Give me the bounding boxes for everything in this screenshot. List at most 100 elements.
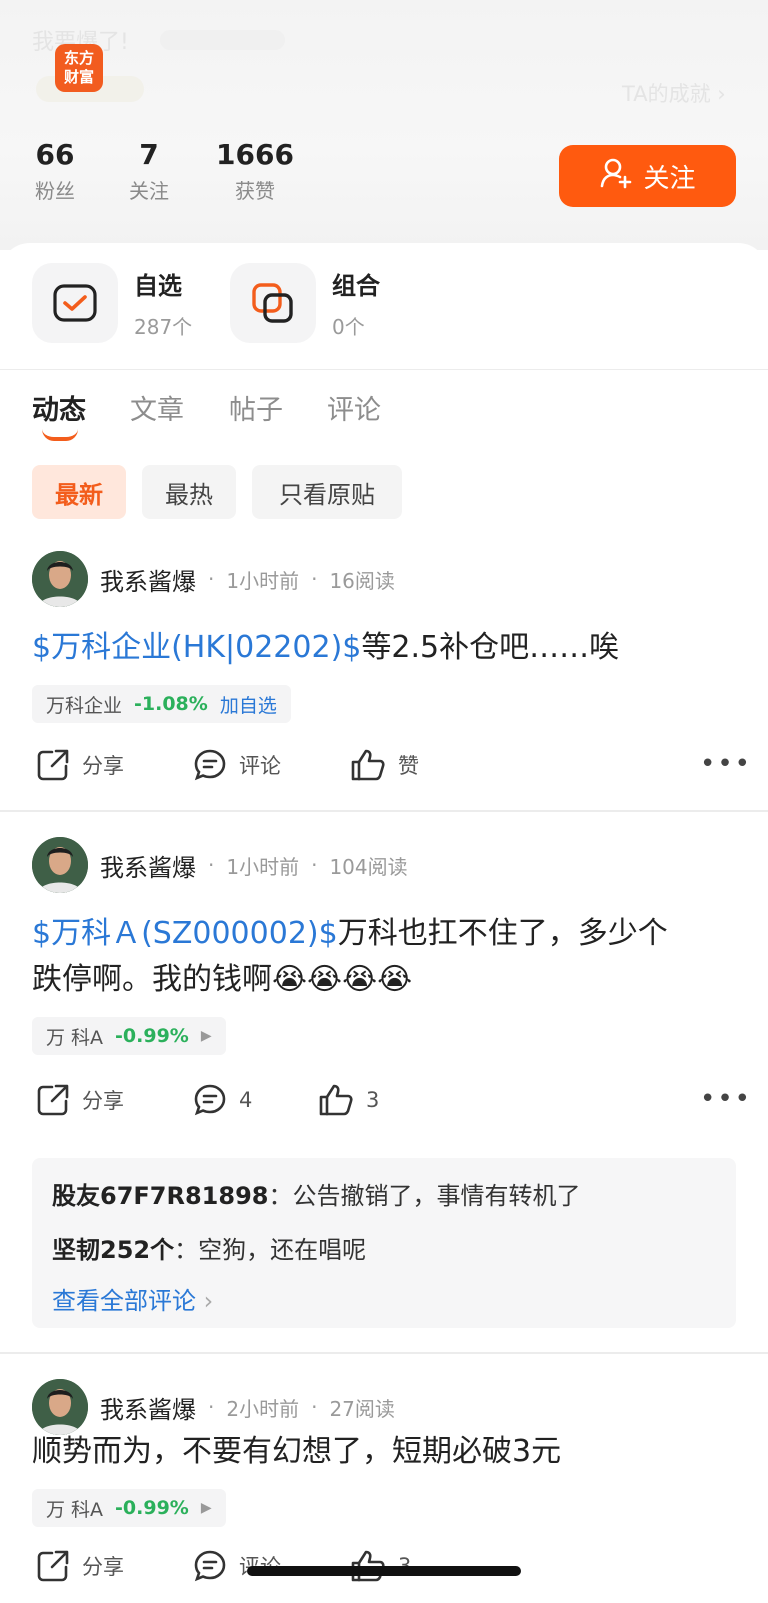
share-label: 分享 — [82, 1089, 124, 1113]
post-text: 万科也扛不住了，多少个 — [337, 916, 668, 951]
post-divider — [0, 810, 768, 812]
profile-header: 我要爆了! TA的成就 › 东方 财富 66 粉丝 7 关注 1666 获赞 关… — [0, 0, 768, 250]
tab-articles[interactable]: 文章 — [130, 388, 184, 427]
stat-label: 关注 — [129, 179, 169, 203]
stock-name: 万 科A — [46, 1026, 104, 1049]
post-content[interactable]: $万科企业(HK|02202)$等2.5补仓吧……唉 — [32, 625, 737, 671]
tab-posts[interactable]: 帖子 — [229, 388, 283, 427]
share-button[interactable]: 分享 — [36, 748, 124, 782]
post-content[interactable]: $万科Ａ(SZ000002)$万科也扛不住了，多少个 跌停啊。我的钱啊😭😭😭😭 — [32, 911, 737, 1003]
stock-change: -0.99% — [115, 1025, 189, 1047]
more-options-icon[interactable]: ••• — [700, 749, 752, 779]
portfolio-count: 0个 — [332, 315, 365, 339]
comment-item[interactable]: 股友67F7R81898：公告撤销了，事情有转机了 — [52, 1176, 580, 1211]
avatar[interactable] — [32, 551, 88, 607]
tab-dynamics[interactable]: 动态 — [32, 388, 86, 427]
ta-achievement[interactable]: TA的成就 › — [622, 78, 726, 108]
like-button[interactable]: 3 — [318, 1083, 379, 1117]
post-time: 2小时前 — [226, 1396, 300, 1421]
comment-text: 空狗，还在唱呢 — [198, 1236, 367, 1264]
post-header: 我系酱爆 · 2小时前 · 27阅读 — [32, 1379, 395, 1435]
author-name[interactable]: 我系酱爆 — [100, 562, 196, 597]
share-label: 分享 — [82, 1555, 124, 1579]
view-all-comments-link[interactable]: 查看全部评论 › — [52, 1281, 213, 1316]
share-icon — [37, 1550, 69, 1582]
post-time: 1小时前 — [226, 854, 300, 879]
logo-text-2: 财富 — [63, 68, 94, 86]
post-content[interactable]: 顺势而为，不要有幻想了，短期必破3元 — [32, 1429, 737, 1475]
stock-tag[interactable]: 万 科A -0.99% ▶ — [32, 1489, 226, 1527]
stat-label: 粉丝 — [35, 179, 75, 203]
follow-button[interactable]: 关注 — [559, 145, 736, 207]
arrow-right-icon: ▶ — [200, 1028, 212, 1044]
add-to-watchlist[interactable]: 加自选 — [220, 691, 277, 718]
stat-value: 1666 — [216, 138, 294, 171]
share-button[interactable]: 分享 — [36, 1549, 124, 1583]
avatar[interactable] — [32, 837, 88, 893]
watchlist-icon-box — [32, 263, 118, 343]
portfolio-title: 组合 — [332, 272, 380, 300]
arrow-right-icon: ▶ — [200, 1500, 212, 1516]
active-tab-indicator — [42, 429, 78, 441]
filter-latest[interactable]: 最新 — [32, 465, 126, 519]
logo-text-1: 东方 — [63, 49, 94, 67]
stock-link[interactable]: $万科Ａ(SZ000002)$ — [32, 916, 338, 951]
filter-hottest[interactable]: 最热 — [142, 465, 236, 519]
divider — [0, 369, 768, 370]
portfolio-icon-box — [230, 263, 316, 343]
home-indicator[interactable] — [247, 1566, 521, 1576]
comment-count: 4 — [239, 1088, 253, 1112]
share-label: 分享 — [82, 754, 124, 778]
comment-text: 公告撤销了，事情有转机了 — [292, 1182, 581, 1210]
comment-user[interactable]: 坚韧252个 — [52, 1236, 174, 1264]
watchlist-title: 自选 — [134, 272, 182, 300]
filter-original-only[interactable]: 只看原贴 — [252, 465, 402, 519]
read-count: 27阅读 — [329, 1396, 395, 1421]
stat-fans[interactable]: 66 粉丝 — [20, 138, 90, 204]
stat-value: 66 — [35, 138, 75, 171]
comment-label: 评论 — [239, 754, 281, 778]
faded-badge — [160, 30, 285, 50]
post-text-line2: 跌停啊。我的钱啊😭😭😭😭 — [32, 962, 413, 997]
share-button[interactable]: 分享 — [36, 1083, 124, 1117]
author-name[interactable]: 我系酱爆 — [100, 1390, 196, 1425]
add-user-icon — [599, 156, 633, 197]
thumbs-up-icon — [351, 749, 385, 781]
share-icon — [37, 749, 69, 781]
like-button[interactable]: 赞 — [350, 748, 419, 782]
read-count: 16阅读 — [329, 568, 395, 593]
follow-label: 关注 — [643, 163, 696, 194]
watchlist-entry[interactable]: 自选 287个 — [32, 263, 192, 343]
portfolio-entry[interactable]: 组合 0个 — [230, 263, 380, 343]
stat-following[interactable]: 7 关注 — [114, 138, 184, 204]
watchlist-check-icon — [53, 284, 97, 322]
like-label: 赞 — [398, 754, 419, 778]
more-options-icon[interactable]: ••• — [700, 1084, 752, 1114]
comment-icon — [194, 1550, 226, 1582]
comment-item[interactable]: 坚韧252个：空狗，还在唱呢 — [52, 1230, 366, 1265]
stock-link[interactable]: $万科企业(HK|02202)$ — [32, 630, 361, 665]
stat-value: 7 — [139, 138, 159, 171]
stock-name: 万科企业 — [46, 694, 123, 717]
comment-icon — [194, 1084, 226, 1116]
like-count: 3 — [366, 1088, 380, 1112]
comment-icon — [194, 749, 226, 781]
post-header: 我系酱爆 · 1小时前 · 16阅读 — [32, 551, 395, 607]
tab-comments[interactable]: 评论 — [327, 388, 381, 427]
post-header: 我系酱爆 · 1小时前 · 104阅读 — [32, 837, 408, 893]
comments-preview: 股友67F7R81898：公告撤销了，事情有转机了 坚韧252个：空狗，还在唱呢… — [32, 1158, 736, 1328]
avatar[interactable] — [32, 1379, 88, 1435]
stock-change: -1.08% — [134, 693, 208, 715]
portfolio-icon — [252, 283, 293, 323]
stock-name: 万 科A — [46, 1498, 104, 1521]
stock-tag[interactable]: 万科企业 -1.08% 加自选 — [32, 685, 291, 723]
comment-button[interactable]: 4 — [193, 1083, 252, 1117]
comment-user[interactable]: 股友67F7R81898 — [52, 1182, 268, 1210]
comment-button[interactable]: 评论 — [193, 748, 281, 782]
share-icon — [37, 1084, 69, 1116]
watchlist-count: 287个 — [134, 315, 193, 339]
author-name[interactable]: 我系酱爆 — [100, 848, 196, 883]
stat-likes[interactable]: 1666 获赞 — [210, 138, 300, 204]
stock-tag[interactable]: 万 科A -0.99% ▶ — [32, 1017, 226, 1055]
thumbs-up-icon — [319, 1084, 353, 1116]
